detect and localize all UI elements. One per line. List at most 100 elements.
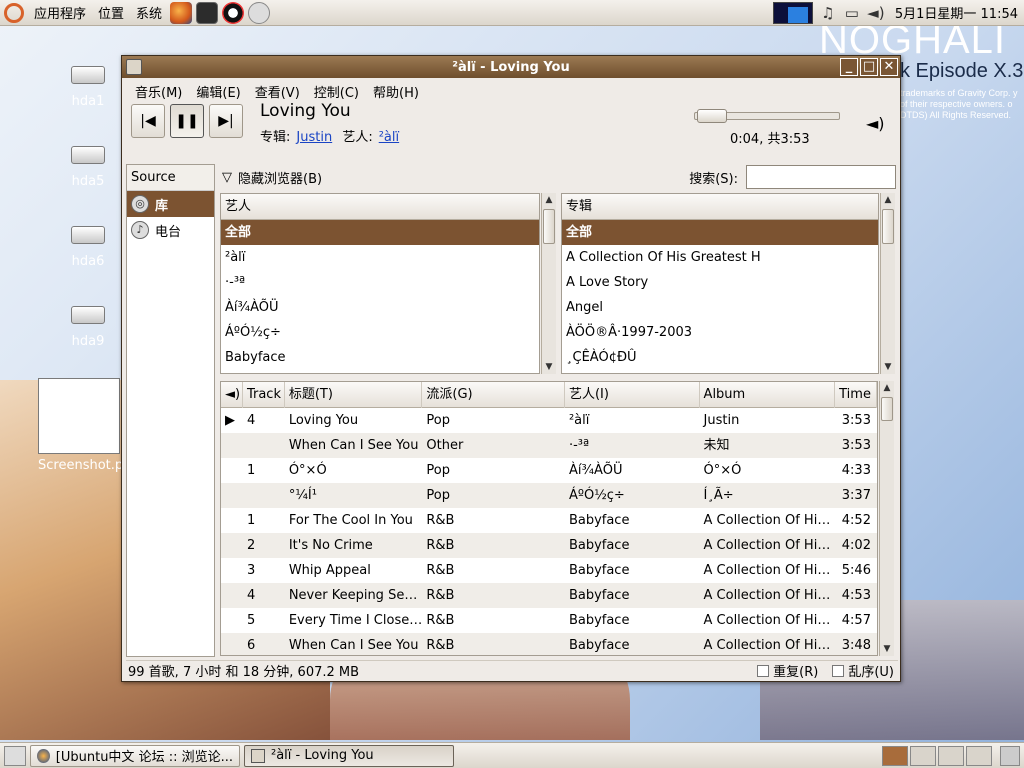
taskbar-item-browser[interactable]: [Ubuntu中文 论坛 :: 浏览论... [30, 744, 240, 767]
workspace-4[interactable] [966, 745, 992, 766]
scroll-up-icon[interactable]: ▲ [542, 193, 556, 207]
show-desktop-button[interactable] [4, 745, 26, 766]
column-header-genre[interactable]: 流派(G) [422, 382, 565, 408]
desktop-screenshot-label[interactable]: Screenshot.p [38, 458, 123, 473]
album-row[interactable]: ¸ÇÊÀÓ¢ÐÛ [562, 345, 878, 370]
table-row[interactable]: ▶ 4 Loving You Pop ²àlï Justin 3:53 [221, 408, 877, 433]
album-link[interactable]: Justin [296, 130, 332, 145]
column-header-artist[interactable]: 艺人(I) [565, 382, 700, 408]
hide-browser-toggle[interactable]: ▽ 隐藏浏览器(B) [222, 168, 322, 187]
table-row[interactable]: 1 Ó°×Ó Pop Àí¾ÀÕÜ Ó°×Ó 4:33 [221, 458, 877, 483]
clock-launcher-icon[interactable] [248, 1, 271, 24]
album-scrollbar[interactable]: ▲ ▼ [880, 193, 895, 374]
menu-music[interactable]: 音乐(M) [128, 82, 189, 101]
qq-launcher-icon[interactable] [222, 1, 245, 24]
artist-list-header[interactable]: 艺人 [221, 194, 539, 220]
artist-row[interactable]: 全部 [221, 220, 539, 245]
desktop-icon-hda5[interactable]: hda5 [53, 146, 123, 189]
table-row[interactable]: 4 Never Keeping Secrets R&B Babyface A Colle… [221, 583, 877, 608]
taskbar-item-rhythmbox[interactable]: ²àlï - Loving You [244, 744, 454, 767]
album-row[interactable]: A Love Story [562, 270, 878, 295]
seek-handle[interactable] [697, 109, 727, 123]
table-row[interactable]: 5 Every Time I Close My EyesR&B Babyface A … [221, 608, 877, 633]
seek-slider[interactable] [694, 109, 840, 123]
workspace-2[interactable] [910, 745, 936, 766]
column-header-title[interactable]: 标题(T) [285, 382, 423, 408]
track-album: 未知 [703, 438, 730, 453]
album-row[interactable]: Angel [562, 295, 878, 320]
artist-scrollbar[interactable]: ▲ ▼ [541, 193, 556, 374]
terminal-launcher-icon[interactable] [196, 1, 219, 24]
artist-row[interactable]: Babyface [221, 345, 539, 370]
album-row[interactable]: ÀÖÖ®Â·1997-2003 [562, 320, 878, 345]
artist-row[interactable]: Àí¾ÀÕÜ [221, 295, 539, 320]
window-titlebar[interactable]: ²àlï - Loving You _ □ ✕ [122, 56, 900, 78]
workspace-switcher[interactable] [882, 745, 996, 766]
table-row[interactable]: When Can I See You Other ·-³ª 未知 3:53 [221, 433, 877, 458]
taskbar-item-label: ²àlï - Loving You [271, 748, 374, 763]
track-time: 4:53 [841, 588, 871, 603]
column-header-album[interactable]: Album [700, 382, 836, 408]
album-row[interactable]: 全部 [562, 220, 878, 245]
scroll-up-icon[interactable]: ▲ [881, 193, 895, 207]
scroll-thumb[interactable] [882, 209, 894, 244]
column-header-track[interactable]: Track [243, 382, 285, 408]
source-item-radio[interactable]: ♪ 电台 [127, 217, 214, 243]
album-list-header[interactable]: 专辑 [562, 194, 878, 220]
scroll-down-icon[interactable]: ▼ [542, 360, 556, 374]
search-input[interactable] [746, 165, 896, 189]
table-row[interactable]: 2 It's No Crime R&B Babyface A Collection Of… [221, 533, 877, 558]
artist-row[interactable]: ·-³ª [221, 270, 539, 295]
shuffle-checkbox[interactable]: 乱序(U) [832, 661, 894, 680]
close-button[interactable]: ✕ [880, 58, 898, 76]
scroll-thumb[interactable] [881, 397, 893, 421]
clock[interactable]: 5月1日星期一 11:54 [891, 3, 1018, 22]
track-artist: Babyface [568, 588, 630, 603]
repeat-checkbox[interactable]: 重复(R) [757, 661, 818, 680]
artist-link[interactable]: ²àlï [379, 130, 399, 145]
menu-places[interactable]: 位置 [92, 3, 130, 22]
music-note-icon[interactable]: ♫ [819, 4, 837, 22]
next-button[interactable]: ▶| [209, 104, 243, 138]
column-header-time[interactable]: Time [835, 382, 877, 408]
minimize-button[interactable]: _ [840, 58, 858, 76]
workspace-1[interactable] [882, 745, 908, 766]
volume-icon[interactable]: ◄) [866, 114, 885, 133]
trash-icon[interactable] [1000, 745, 1020, 766]
desktop-screenshot-thumbnail[interactable] [38, 378, 120, 454]
artist-row[interactable]: ²àlï [221, 245, 539, 270]
menu-edit[interactable]: 编辑(E) [189, 82, 247, 101]
ubuntu-logo-icon[interactable] [4, 2, 24, 23]
table-row[interactable]: °¼Í¹ Pop ÁºÓ½ç÷ Í¸Ã÷ 3:37 [221, 483, 877, 508]
scroll-up-icon[interactable]: ▲ [880, 381, 894, 395]
menu-system[interactable]: 系统 [130, 3, 168, 22]
artist-row[interactable]: ÁºÓ½ç÷ [221, 320, 539, 345]
cpu-monitor[interactable] [772, 1, 813, 24]
desktop-icon-hda1[interactable]: hda1 [53, 66, 123, 109]
source-pane: Source ◎ 库 ♪ 电台 [126, 164, 215, 657]
table-row[interactable]: 3 Whip Appeal R&B Babyface A Collection Of H… [221, 558, 877, 583]
table-row[interactable]: 1 For The Cool In You R&B Babyface A Collect… [221, 508, 877, 533]
scroll-down-icon[interactable]: ▼ [881, 360, 895, 374]
menu-applications[interactable]: 应用程序 [28, 3, 92, 22]
scroll-down-icon[interactable]: ▼ [880, 642, 894, 656]
scroll-thumb[interactable] [543, 209, 555, 244]
printer-icon[interactable]: ▭ [843, 4, 861, 22]
volume-icon[interactable]: ◄) [867, 4, 885, 22]
column-header-playing[interactable]: ◄) [221, 382, 243, 408]
track-album: A Collection Of His Greatest Hits [703, 588, 836, 603]
menu-view[interactable]: 查看(V) [248, 82, 307, 101]
firefox-launcher-icon[interactable] [170, 1, 193, 24]
menu-control[interactable]: 控制(C) [307, 82, 366, 101]
track-scrollbar[interactable]: ▲ ▼ [879, 381, 894, 656]
pause-button[interactable]: ❚❚ [170, 104, 204, 138]
maximize-button[interactable]: □ [860, 58, 878, 76]
desktop-icon-hda6[interactable]: hda6 [53, 226, 123, 269]
table-row[interactable]: 6 When Can I See You R&B Babyface A Collecti… [221, 633, 877, 655]
album-row[interactable]: A Collection Of His Greatest H [562, 245, 878, 270]
workspace-3[interactable] [938, 745, 964, 766]
previous-button[interactable]: |◀ [131, 104, 165, 138]
desktop-icon-hda9[interactable]: hda9 [53, 306, 123, 349]
menu-help[interactable]: 帮助(H) [366, 82, 426, 101]
source-item-library[interactable]: ◎ 库 [127, 191, 214, 217]
